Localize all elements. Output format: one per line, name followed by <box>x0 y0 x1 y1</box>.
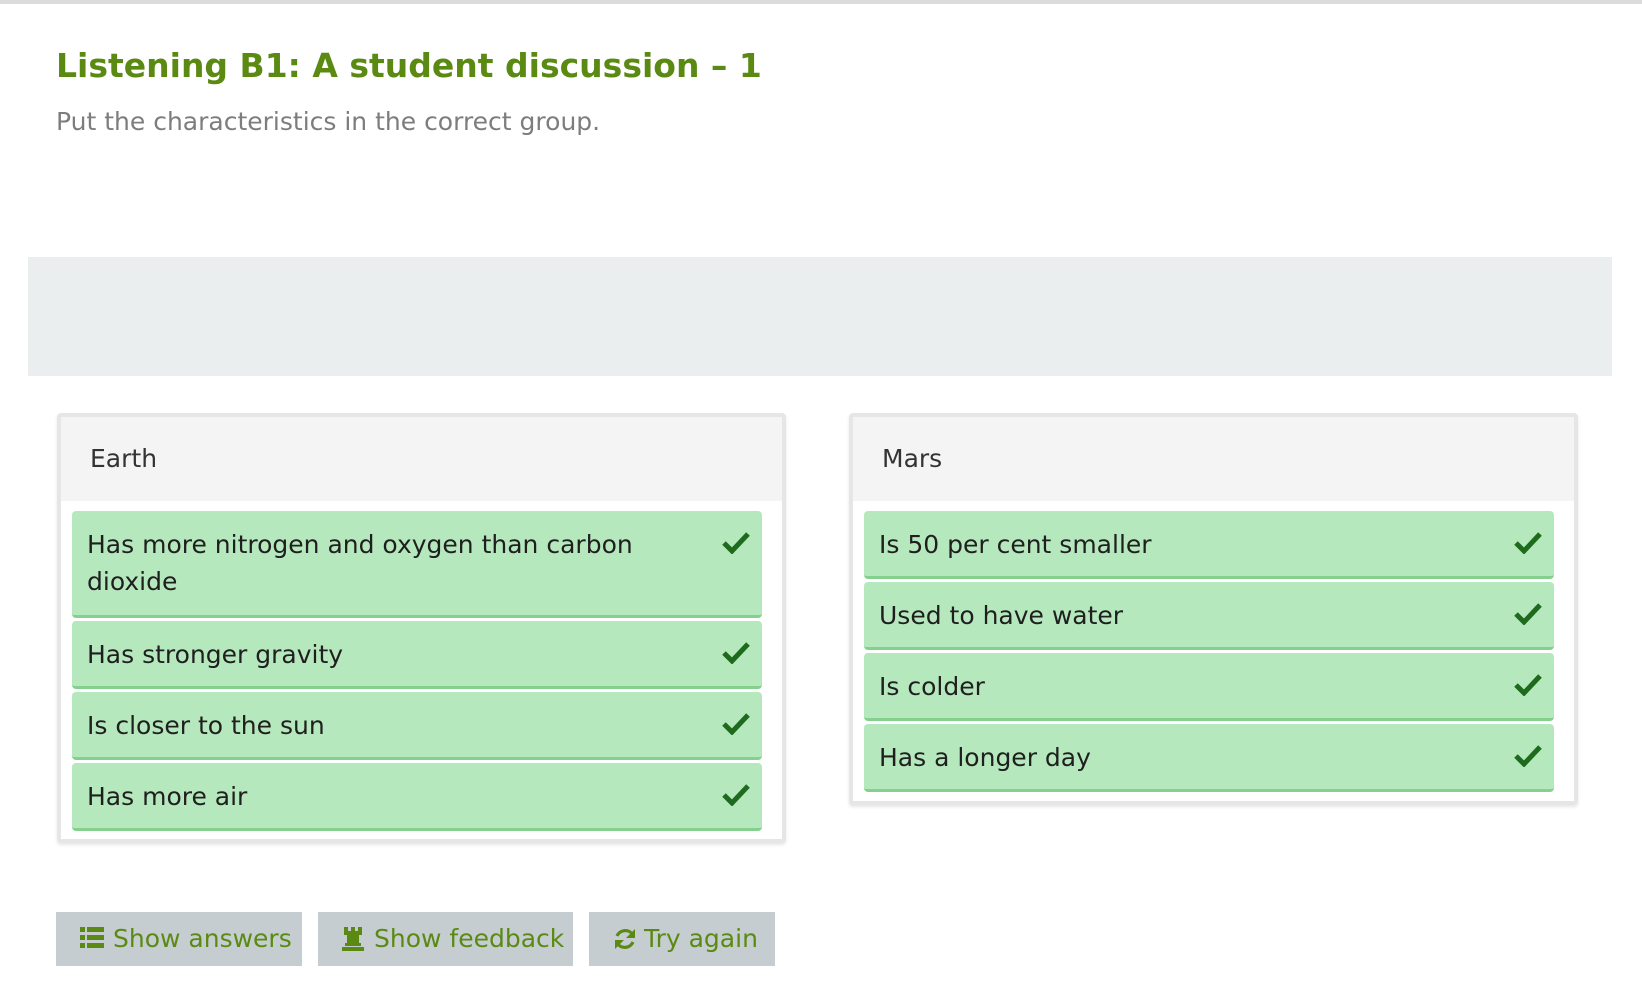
draggable-item[interactable]: Is 50 per cent smaller <box>864 511 1554 579</box>
show-feedback-label: Show feedback <box>374 924 565 953</box>
item-label: Has a longer day <box>879 743 1091 772</box>
group-items-mars: Is 50 per cent smaller Used to have wate… <box>853 501 1574 792</box>
draggable-item[interactable]: Has more air <box>72 763 762 831</box>
check-icon <box>722 784 750 806</box>
group-header-mars: Mars <box>853 417 1574 501</box>
item-label: Is closer to the sun <box>87 711 325 740</box>
draggable-item[interactable]: Has a longer day <box>864 724 1554 792</box>
unassigned-items-pool[interactable] <box>28 257 1612 376</box>
list-icon <box>80 927 104 948</box>
try-again-button[interactable]: Try again <box>589 912 775 966</box>
trophy-icon <box>342 927 364 951</box>
try-again-label: Try again <box>644 924 758 953</box>
check-icon <box>1514 745 1542 767</box>
refresh-icon <box>615 929 635 949</box>
group-mars[interactable]: Mars Is 50 per cent smaller Used to have… <box>849 413 1578 805</box>
group-earth[interactable]: Earth Has more nitrogen and oxygen than … <box>57 413 786 843</box>
item-label: Used to have water <box>879 601 1124 630</box>
show-answers-label: Show answers <box>113 924 292 953</box>
check-icon <box>722 713 750 735</box>
item-label: Is colder <box>879 672 985 701</box>
draggable-item[interactable]: Has more nitrogen and oxygen than carbon… <box>72 511 762 618</box>
item-label: Has stronger gravity <box>87 640 344 669</box>
group-items-earth: Has more nitrogen and oxygen than carbon… <box>61 501 782 831</box>
draggable-item[interactable]: Is closer to the sun <box>72 692 762 760</box>
page: Listening B1: A student discussion – 1 P… <box>0 0 1642 1000</box>
check-icon <box>1514 532 1542 554</box>
page-title: Listening B1: A student discussion – 1 <box>56 46 762 85</box>
show-feedback-button[interactable]: Show feedback <box>318 912 573 966</box>
check-icon <box>1514 603 1542 625</box>
draggable-item[interactable]: Used to have water <box>864 582 1554 650</box>
top-divider <box>0 0 1642 4</box>
task-instruction: Put the characteristics in the correct g… <box>56 107 601 136</box>
show-answers-button[interactable]: Show answers <box>56 912 302 966</box>
item-label: Has more air <box>87 782 248 811</box>
check-icon <box>1514 674 1542 696</box>
draggable-item[interactable]: Is colder <box>864 653 1554 721</box>
check-icon <box>722 642 750 664</box>
item-label: Has more nitrogen and oxygen than carbon… <box>87 530 633 596</box>
draggable-item[interactable]: Has stronger gravity <box>72 621 762 689</box>
item-label: Is 50 per cent smaller <box>879 530 1152 559</box>
check-icon <box>722 532 750 554</box>
group-header-earth: Earth <box>61 417 782 501</box>
